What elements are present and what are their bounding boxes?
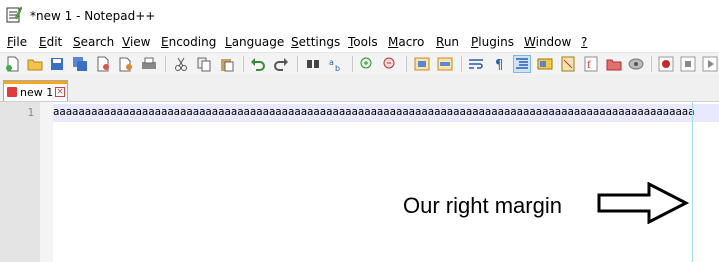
svg-text:¶: ¶ <box>495 58 503 72</box>
active-tab-indicator <box>4 81 67 84</box>
svg-text:a: a <box>329 58 334 67</box>
function-list-icon[interactable]: f <box>583 56 599 72</box>
redo-icon[interactable] <box>273 56 289 72</box>
show-all-chars-icon[interactable]: ¶ <box>491 56 507 72</box>
close-all-icon[interactable] <box>118 56 134 72</box>
stop-macro-icon[interactable] <box>680 56 696 72</box>
menu-help[interactable]: ? <box>581 34 587 50</box>
menu-edit[interactable]: Edit <box>39 34 62 50</box>
toolbar-separator <box>651 56 652 72</box>
svg-text:b: b <box>335 64 340 72</box>
editor-line[interactable]: aaaaaaaaaaaaaaaaaaaaaaaaaaaaaaaaaaaaaaaa… <box>53 106 695 118</box>
menu-tools[interactable]: Tools <box>348 34 378 50</box>
right-arrow-icon <box>597 182 689 224</box>
find-icon[interactable] <box>305 56 321 72</box>
toolbar-separator <box>243 56 244 72</box>
paste-icon[interactable] <box>219 56 235 72</box>
folder-workspace-icon[interactable] <box>606 56 622 72</box>
document-map-icon[interactable] <box>560 56 576 72</box>
tab-bar: new 1 × <box>0 75 719 102</box>
close-icon[interactable] <box>95 56 111 72</box>
menu-window[interactable]: Window <box>524 34 571 50</box>
zoom-in-icon[interactable] <box>359 56 375 72</box>
annotation-label: Our right margin <box>403 193 562 218</box>
tab-new-1[interactable]: new 1 × <box>3 80 68 101</box>
toolbar: ab ¶ f <box>0 52 719 75</box>
menu-encoding[interactable]: Encoding <box>161 34 216 50</box>
new-file-icon[interactable] <box>5 56 21 72</box>
line-number-margin: 1 <box>0 102 40 262</box>
menu-search[interactable]: Search <box>73 34 114 50</box>
save-icon[interactable] <box>49 56 65 72</box>
undo-icon[interactable] <box>250 56 266 72</box>
menu-language[interactable]: Language <box>225 34 284 50</box>
play-macro-icon[interactable] <box>702 56 718 72</box>
menu-view[interactable]: View <box>122 34 150 50</box>
indent-guide-icon[interactable] <box>513 55 531 73</box>
menu-bar: File Edit Search View Encoding Language … <box>0 33 719 52</box>
print-icon[interactable] <box>141 56 157 72</box>
copy-icon[interactable] <box>196 56 212 72</box>
zoom-out-icon[interactable] <box>382 56 398 72</box>
menu-run[interactable]: Run <box>436 34 459 50</box>
sync-vertical-icon[interactable] <box>414 56 430 72</box>
save-all-icon[interactable] <box>72 56 88 72</box>
line-number: 1 <box>27 106 34 119</box>
right-margin-edge-line <box>692 102 693 262</box>
menu-settings[interactable]: Settings <box>291 34 340 50</box>
toolbar-separator <box>352 56 353 72</box>
replace-icon[interactable]: ab <box>328 56 344 72</box>
cut-icon[interactable] <box>173 56 189 72</box>
title-bar: *new 1 - Notepad++ <box>0 0 719 32</box>
window-title: *new 1 - Notepad++ <box>30 9 156 23</box>
menu-macro[interactable]: Macro <box>388 34 424 50</box>
menu-file[interactable]: File <box>7 34 27 50</box>
toolbar-separator <box>461 56 462 72</box>
unsaved-file-icon <box>7 87 17 97</box>
notepad-plus-plus-icon <box>6 6 22 23</box>
open-file-icon[interactable] <box>27 56 43 72</box>
editor-area[interactable]: 1 aaaaaaaaaaaaaaaaaaaaaaaaaaaaaaaaaaaaaa… <box>0 102 719 262</box>
fold-margin <box>40 102 53 262</box>
menu-plugins[interactable]: Plugins <box>471 34 514 50</box>
toolbar-separator <box>165 56 166 72</box>
user-language-icon[interactable] <box>537 56 553 72</box>
toolbar-separator <box>297 56 298 72</box>
record-macro-icon[interactable] <box>658 56 674 72</box>
sync-horizontal-icon[interactable] <box>437 56 453 72</box>
tab-label: new 1 <box>20 86 54 99</box>
toolbar-separator <box>406 56 407 72</box>
monitoring-icon[interactable] <box>628 56 644 72</box>
tab-close-icon[interactable]: × <box>55 87 65 97</box>
word-wrap-icon[interactable] <box>468 56 484 72</box>
